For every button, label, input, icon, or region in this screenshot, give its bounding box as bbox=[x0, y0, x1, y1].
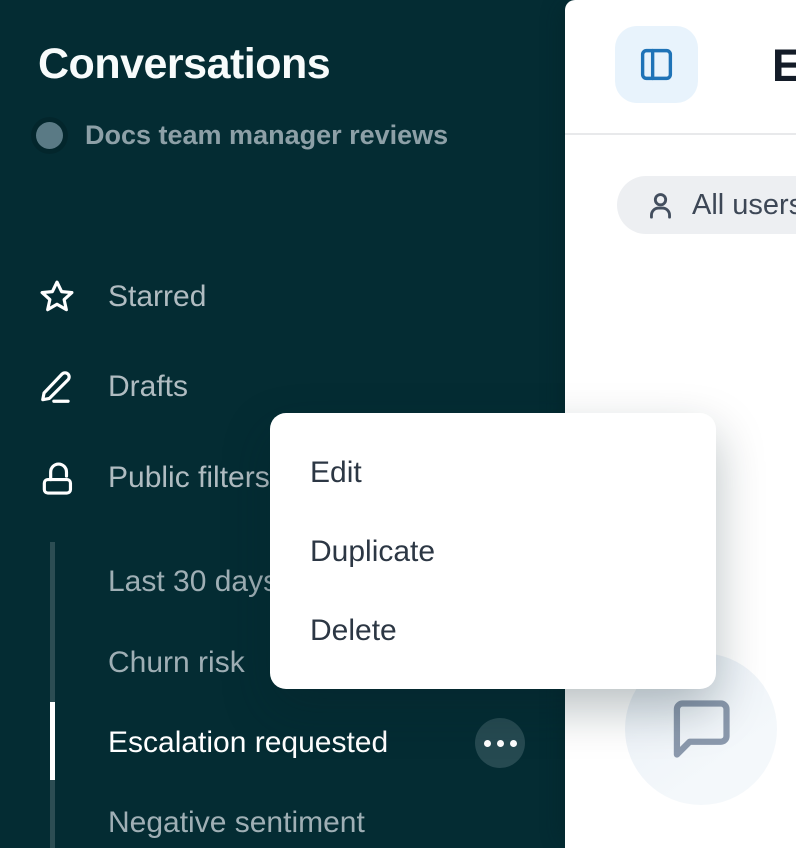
filter-label: Negative sentiment bbox=[108, 806, 365, 840]
menu-item-label: Delete bbox=[310, 614, 397, 648]
person-icon bbox=[645, 190, 676, 221]
active-filter-indicator bbox=[50, 702, 55, 780]
filter-item-churn-risk[interactable]: Churn risk bbox=[108, 633, 245, 693]
conversation-view-heading: E bbox=[772, 40, 796, 92]
sidebar-item-label: Drafts bbox=[108, 370, 188, 404]
filter-context-menu: Edit Duplicate Delete bbox=[270, 413, 716, 689]
filter-label: Churn risk bbox=[108, 646, 245, 680]
unlock-icon bbox=[38, 459, 76, 497]
filter-tree-line bbox=[50, 542, 55, 848]
menu-item-label: Edit bbox=[310, 456, 362, 490]
panel-left-icon bbox=[638, 46, 675, 83]
chat-bubble-icon bbox=[667, 695, 735, 763]
sidebar-item-label: Starred bbox=[108, 280, 206, 314]
filter-more-options-button[interactable] bbox=[475, 718, 525, 768]
filter-item-negative-sentiment[interactable]: Negative sentiment bbox=[108, 793, 365, 848]
all-users-filter-chip[interactable]: All users bbox=[617, 176, 796, 234]
menu-item-edit[interactable]: Edit bbox=[270, 433, 716, 512]
page-title: Conversations bbox=[38, 40, 330, 89]
sidebar-toggle-button[interactable] bbox=[615, 26, 698, 103]
star-icon bbox=[38, 278, 76, 316]
sidebar-item-public-filters[interactable]: Public filters bbox=[38, 446, 270, 510]
header-divider bbox=[565, 133, 796, 135]
app-window: Conversations Docs team manager reviews … bbox=[0, 0, 796, 848]
filter-label: Last 30 days bbox=[108, 565, 278, 599]
current-view-label: Docs team manager reviews bbox=[85, 120, 448, 151]
filter-item-last-30-days[interactable]: Last 30 days bbox=[108, 552, 278, 612]
sidebar-item-starred[interactable]: Starred bbox=[38, 265, 206, 329]
filter-chip-label: All users bbox=[692, 189, 796, 222]
menu-item-duplicate[interactable]: Duplicate bbox=[270, 512, 716, 591]
filter-item-escalation-requested[interactable]: Escalation requested bbox=[108, 713, 388, 773]
menu-item-label: Duplicate bbox=[310, 535, 435, 569]
sidebar-item-label: Public filters bbox=[108, 461, 270, 495]
ellipsis-icon bbox=[484, 740, 491, 747]
filter-label: Escalation requested bbox=[108, 726, 388, 760]
pencil-icon bbox=[38, 368, 76, 406]
sidebar-item-drafts[interactable]: Drafts bbox=[38, 355, 188, 419]
current-view-row: Docs team manager reviews bbox=[36, 120, 448, 151]
menu-item-delete[interactable]: Delete bbox=[270, 591, 716, 670]
view-status-dot bbox=[36, 122, 63, 149]
